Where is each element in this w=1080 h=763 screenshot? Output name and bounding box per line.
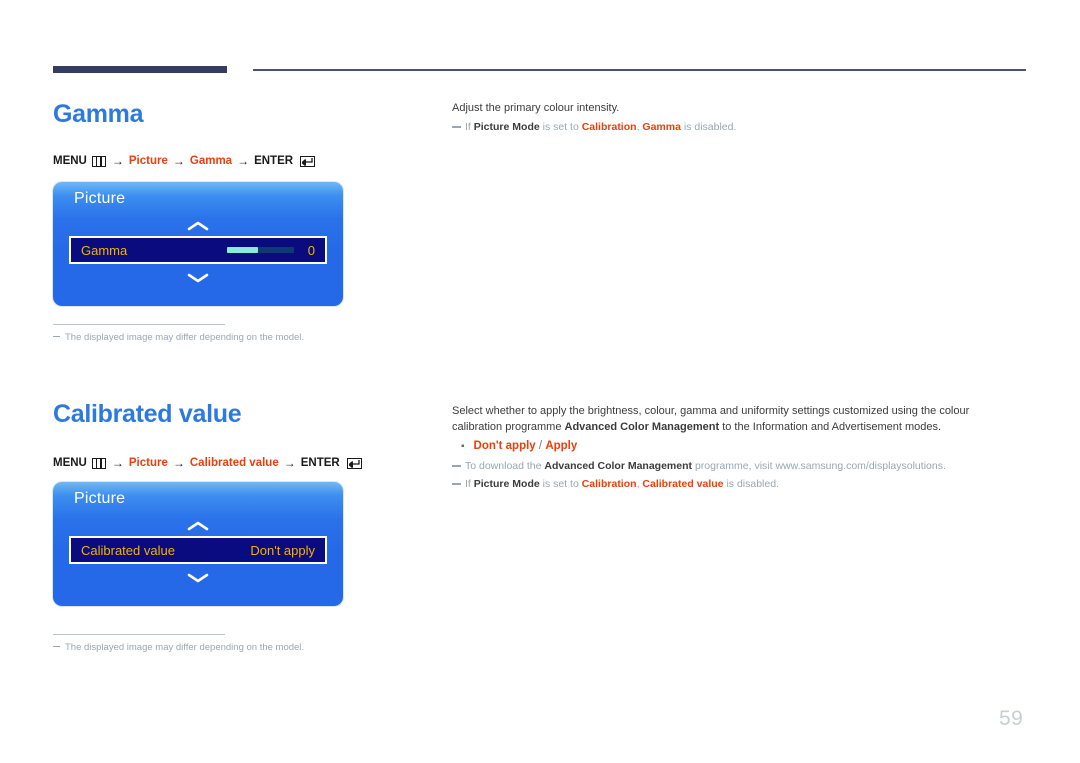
chevron-up-icon[interactable]	[53, 520, 343, 532]
option-group: Don't apply / Apply	[474, 438, 578, 454]
header-rule-thin	[253, 69, 1026, 71]
breadcrumb-picture: Picture	[128, 155, 168, 167]
calibrated-value-options: ▪ Don't apply / Apply	[452, 438, 1017, 454]
path-arrow-3: →	[283, 456, 296, 470]
note2-calibration: Calibration	[581, 478, 637, 490]
note-gamma: Gamma	[642, 121, 681, 133]
chevron-up-icon[interactable]	[53, 220, 343, 232]
osd-widget-gamma: Picture Gamma 0	[53, 182, 343, 306]
menu-label: MENU	[53, 457, 87, 469]
osd-widget-calibrated-value: Picture Calibrated value Don't apply	[53, 482, 343, 606]
para-part2: to the Information and Advertisement mod…	[719, 421, 942, 433]
note1-bold-acm: Advanced Color Management	[544, 460, 693, 472]
osd-row-right: Don't apply	[250, 543, 315, 558]
enter-label: ENTER	[254, 155, 294, 167]
header-rule-thick	[53, 66, 227, 73]
enter-return-icon	[346, 457, 362, 469]
breadcrumb-gamma: Gamma	[189, 155, 233, 167]
note2-end: is disabled.	[723, 478, 779, 490]
gamma-note-line: If Picture Mode is set to Calibration, G…	[452, 120, 1017, 135]
footnote-rule-1	[53, 324, 225, 325]
option-dont-apply[interactable]: Don't apply	[474, 440, 536, 452]
note2-mid: is set to	[539, 478, 582, 490]
menu-grid-icon	[91, 457, 106, 469]
footnote-dash-icon	[53, 336, 60, 337]
osd-title: Picture	[74, 490, 126, 507]
osd-row-calibrated-value[interactable]: Calibrated value Don't apply	[69, 536, 327, 564]
section-title-calibrated-value: Calibrated value	[53, 400, 242, 428]
option-bullet-row: ▪ Don't apply / Apply	[452, 438, 1017, 454]
path-arrow-2: →	[172, 456, 185, 470]
osd-row-right: 0	[226, 242, 315, 258]
footnote-text: The displayed image may differ depending…	[65, 642, 305, 653]
calibrated-value-paragraph: Select whether to apply the brightness, …	[452, 403, 1017, 435]
calibrated-value-note-download: To download the Advanced Color Managemen…	[452, 459, 1017, 474]
footnote-rule-2	[53, 634, 225, 635]
gamma-note-block: If Picture Mode is set to Calibration, G…	[452, 120, 1017, 135]
path-arrow-3: →	[237, 154, 250, 168]
section-title-gamma: Gamma	[53, 100, 144, 128]
osd-row-label: Calibrated value	[81, 542, 175, 558]
note-if: If	[465, 121, 474, 133]
footnote-calibrated-value: The displayed image may differ depending…	[53, 642, 304, 653]
calibrated-value-note-disabled: If Picture Mode is set to Calibration, C…	[452, 477, 1017, 492]
path-arrow-1: →	[111, 456, 124, 470]
menu-grid-icon	[91, 155, 106, 167]
menu-path-gamma: MENU → Picture → Gamma → ENTER	[53, 154, 316, 168]
option-apply[interactable]: Apply	[545, 440, 577, 452]
note-calibration: Calibration	[581, 121, 637, 133]
note-disabled-line: If Picture Mode is set to Calibration, C…	[452, 477, 1017, 492]
breadcrumb-calibrated-value: Calibrated value	[189, 457, 279, 469]
osd-row-label: Gamma	[81, 242, 128, 258]
note-mid: is set to	[539, 121, 582, 133]
menu-path-calibrated-value: MENU → Picture → Calibrated value → ENTE…	[53, 456, 362, 470]
osd-title: Picture	[74, 190, 126, 207]
breadcrumb-picture: Picture	[128, 457, 168, 469]
footnote-text: The displayed image may differ depending…	[65, 332, 305, 343]
note2-if: If	[465, 478, 474, 490]
note-picture-mode: Picture Mode	[473, 121, 540, 133]
enter-return-icon	[300, 155, 316, 167]
path-arrow-1: →	[111, 154, 124, 168]
note1-post: programme, visit www.samsung.com/display…	[692, 460, 946, 472]
bullet-dot-icon: ▪	[461, 441, 465, 452]
osd-row-value: 0	[307, 242, 315, 258]
menu-label: MENU	[53, 155, 87, 167]
footnote-dash-icon	[53, 646, 60, 647]
osd-row-gamma[interactable]: Gamma 0	[69, 236, 327, 264]
note-download-line: To download the Advanced Color Managemen…	[452, 459, 1017, 474]
gamma-intro-text: Adjust the primary colour intensity.	[452, 102, 620, 114]
para-bold-acm: Advanced Color Management	[564, 421, 720, 433]
note2-calibrated-value: Calibrated value	[642, 478, 724, 490]
footnote-gamma: The displayed image may differ depending…	[53, 332, 304, 343]
note-end: is disabled.	[680, 121, 737, 133]
path-arrow-2: →	[172, 154, 185, 168]
enter-label: ENTER	[300, 457, 340, 469]
osd-row-value: Don't apply	[250, 542, 315, 558]
chevron-down-icon[interactable]	[53, 572, 343, 584]
gamma-slider[interactable]	[226, 247, 294, 253]
gamma-slider-fill	[226, 247, 258, 253]
note2-picture-mode: Picture Mode	[473, 478, 540, 490]
note1-pre: To download the	[465, 460, 545, 472]
page-number: 59	[999, 707, 1024, 730]
chevron-down-icon[interactable]	[53, 272, 343, 284]
